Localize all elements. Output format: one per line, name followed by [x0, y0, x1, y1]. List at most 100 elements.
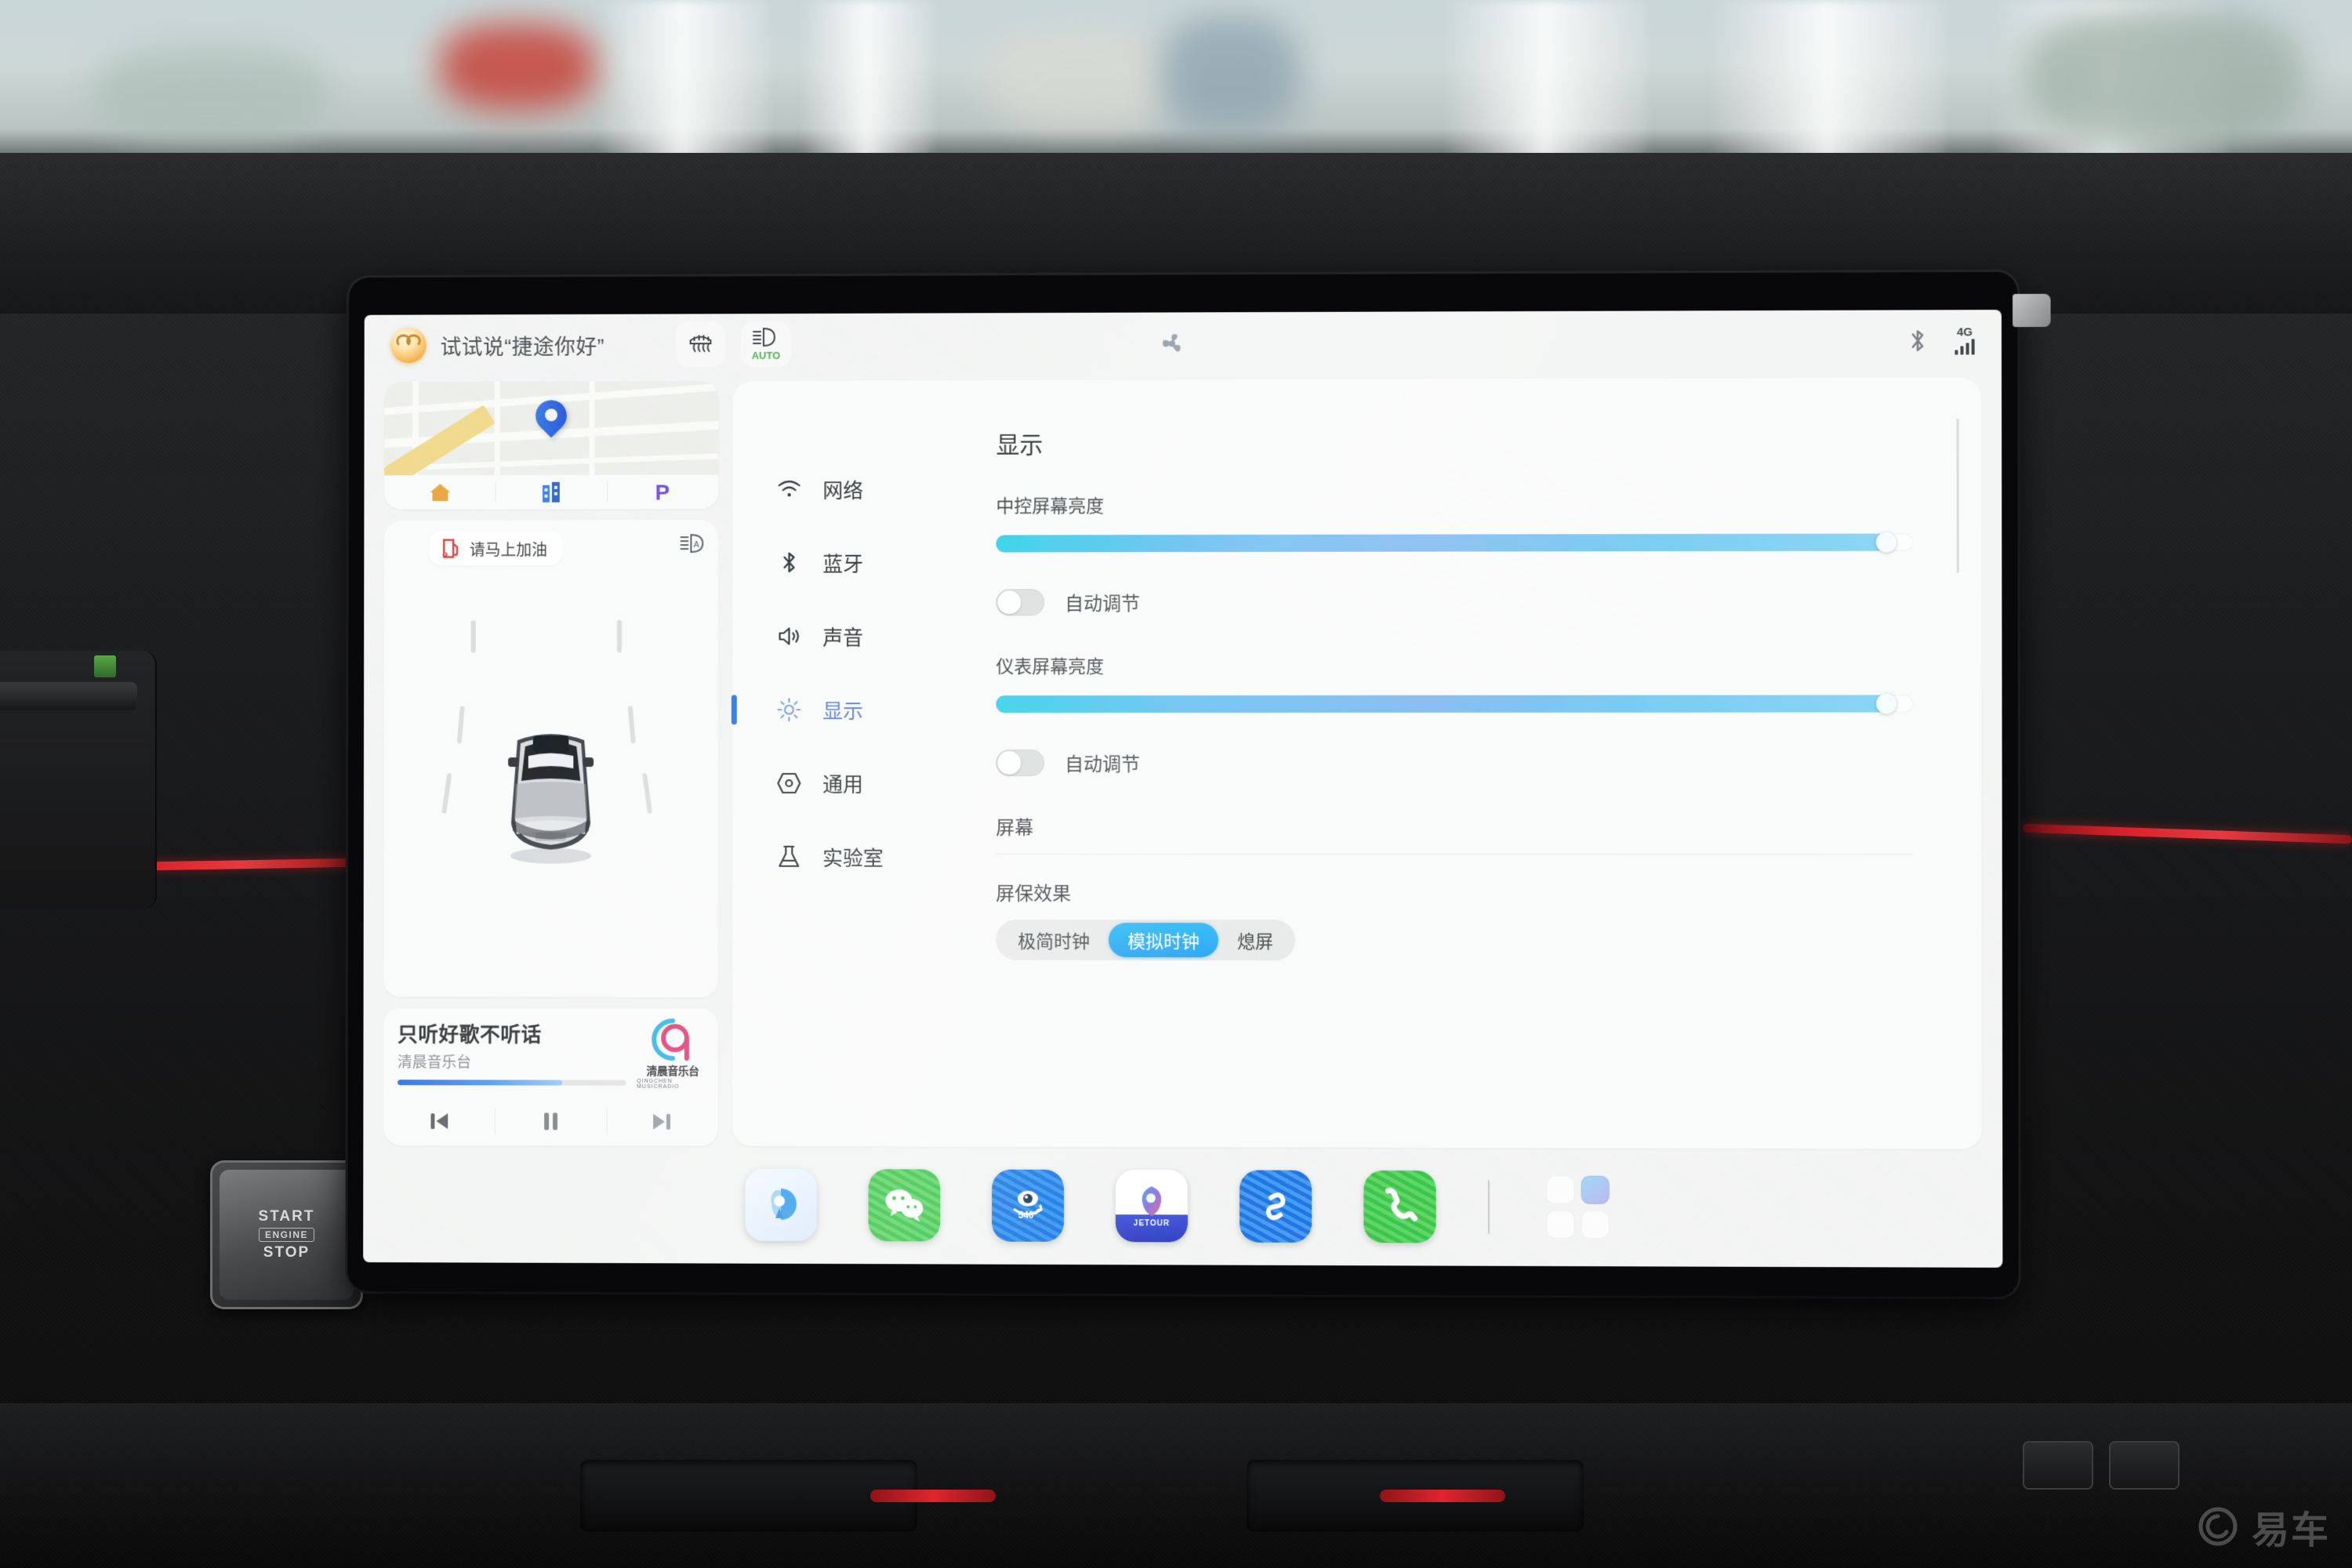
voice-wake-phrase[interactable]: 试试说“捷途你好”: [441, 329, 604, 360]
lab-flask-icon: [775, 844, 802, 870]
sidebar-item-label: 实验室: [822, 846, 884, 870]
screensaver-option-screen-off[interactable]: 熄屏: [1218, 923, 1292, 957]
home-icon: [430, 484, 450, 502]
vehicle-status-widget[interactable]: 请马上加油 A: [383, 520, 719, 998]
center-brightness-label: 中控屏幕亮度: [996, 495, 1105, 517]
map-canvas: [384, 380, 719, 476]
grid-cell-2: [1581, 1175, 1610, 1204]
brightness-icon: [776, 696, 803, 723]
engine-start-stop-button[interactable]: START ENGINE STOP: [220, 1170, 354, 1300]
dock-app-camera-540[interactable]: 540°: [992, 1169, 1065, 1242]
dock-app-link-share[interactable]: [1240, 1170, 1312, 1243]
station-logo-en: QINGCHEN MUSICRADIO: [637, 1078, 680, 1090]
previous-track-button[interactable]: [383, 1097, 495, 1145]
cluster-auto-brightness-label: 自动调节: [1065, 754, 1141, 776]
settings-content: 显示 中控屏幕亮度 自动调节 仪表屏幕亮度 自动调节 屏幕 屏保效果 极简时钟 …: [949, 378, 1982, 1149]
fan-icon: [1163, 334, 1181, 352]
status-bar: 试试说“捷途你好” AUTO 4G: [365, 310, 2002, 376]
cluster-brightness-slider[interactable]: [996, 693, 1914, 714]
screensaver-option-minimal-clock[interactable]: 极简时钟: [999, 923, 1109, 957]
center-auto-brightness-toggle[interactable]: [996, 588, 1045, 615]
auto-high-beam-icon: A: [680, 531, 706, 556]
sidebar-item-lab[interactable]: 实验室: [732, 820, 949, 894]
screensaver-segmented-control: 极简时钟 模拟时钟 熄屏: [996, 919, 1296, 961]
engine-start-stop-surround: START ENGINE STOP: [210, 1160, 363, 1309]
sidebar-item-sound[interactable]: 声音: [732, 599, 949, 673]
sidebar-item-label: 显示: [822, 699, 864, 723]
svg-text:P: P: [655, 480, 670, 504]
center-auto-brightness-label: 自动调节: [1065, 593, 1141, 615]
play-pause-button[interactable]: [495, 1097, 606, 1145]
car-top-view-icon: [508, 734, 594, 864]
map-shortcut-company[interactable]: [495, 475, 607, 510]
sidebar-item-general[interactable]: 通用: [732, 746, 949, 820]
sidebar-item-network[interactable]: 网络: [732, 452, 949, 526]
phone-icon: [1380, 1186, 1419, 1227]
settings-nav: 网络 蓝牙 声音 显示 通用 实验室: [731, 380, 949, 1146]
wechat-icon: [885, 1189, 924, 1222]
signal-bars-icon: [1955, 339, 1975, 355]
dock-app-phone[interactable]: [1363, 1170, 1436, 1243]
vent-accent-right: [1380, 1490, 1505, 1502]
dock-app-wechat[interactable]: [868, 1169, 941, 1242]
green-trim-clip: [94, 655, 116, 677]
console-button-a[interactable]: [2023, 1441, 2093, 1490]
auto-headlight-icon: AUTO: [752, 325, 781, 361]
dock-app-jetour[interactable]: JETOUR: [1115, 1170, 1188, 1243]
station-logo-cn: 清晨音乐台: [646, 1064, 699, 1077]
air-vent-left: [580, 1460, 917, 1532]
sidebar-item-label: 蓝牙: [822, 552, 864, 576]
rear-defrost-button[interactable]: [676, 321, 726, 368]
map-shortcut-bar: P: [384, 474, 718, 510]
start-label: START: [258, 1208, 315, 1225]
stop-label: STOP: [263, 1244, 310, 1261]
station-logo-icon: [647, 1016, 699, 1065]
console-button-b[interactable]: [2109, 1441, 2180, 1490]
media-controls: [383, 1097, 718, 1146]
cluster-auto-brightness-toggle[interactable]: [996, 749, 1045, 776]
camera-540-icon: 540°: [1014, 1191, 1043, 1221]
svg-text:JETOUR: JETOUR: [1134, 1219, 1170, 1228]
yiche-logo-icon: [2198, 1507, 2238, 1546]
sidebar-item-display[interactable]: 显示: [732, 673, 949, 746]
map-widget[interactable]: P: [384, 380, 719, 510]
left-widget-column: P 请马上加油 A 只听好歌不听话 清晨音乐台 清晨音乐台 QINGCHEN M…: [383, 380, 719, 1146]
dock-app-baidu-maps[interactable]: [745, 1168, 817, 1241]
app-grid-icon[interactable]: [1541, 1171, 1614, 1244]
left-trim-strip: [0, 682, 137, 710]
baidu-maps-icon: [771, 1188, 797, 1220]
infotainment-ui: 试试说“捷途你好” AUTO 4G P 请马上加油 A 只听好歌不听话 清晨音乐…: [363, 310, 2003, 1268]
svg-text:540°: 540°: [1018, 1210, 1038, 1221]
bluetooth-icon: [776, 550, 803, 576]
grid-cell-4: [1581, 1210, 1610, 1240]
fuel-pump-icon: [440, 537, 460, 561]
settings-scrollbar[interactable]: [1956, 418, 1959, 573]
vent-accent-left: [870, 1490, 996, 1502]
page-title: 显示: [996, 432, 1044, 459]
cluster-auto-brightness-row[interactable]: 自动调节: [996, 749, 1913, 776]
center-auto-brightness-row[interactable]: 自动调节: [996, 587, 1913, 615]
sidebar-item-bluetooth[interactable]: 蓝牙: [732, 526, 949, 600]
map-shortcut-parking[interactable]: P: [607, 474, 718, 509]
windshield-view: [0, 0, 2352, 161]
auto-high-beam-button[interactable]: A: [680, 531, 706, 560]
app-dock: 540° JETOUR: [363, 1145, 2002, 1268]
location-pin-icon: [529, 394, 574, 441]
next-track-button[interactable]: [606, 1098, 717, 1146]
map-shortcut-home[interactable]: [384, 475, 495, 510]
svg-text:A: A: [694, 540, 700, 550]
screensaver-option-analog-clock[interactable]: 模拟时钟: [1109, 922, 1219, 958]
infotainment-display: 试试说“捷途你好” AUTO 4G P 请马上加油 A 只听好歌不听话 清晨音乐…: [347, 271, 2051, 1298]
bluetooth-icon[interactable]: [1907, 326, 1928, 354]
center-brightness-slider[interactable]: [996, 532, 1914, 553]
playback-progress-bar[interactable]: [397, 1080, 626, 1086]
yiche-watermark: 易车: [2197, 1499, 2330, 1554]
auto-headlight-button[interactable]: AUTO: [741, 321, 792, 367]
engine-label: ENGINE: [258, 1228, 314, 1242]
fan-button[interactable]: [1159, 331, 1185, 360]
assistant-orb-icon[interactable]: [390, 327, 426, 364]
cluster-brightness-label: 仪表屏幕亮度: [996, 656, 1105, 677]
fuel-warning-chip[interactable]: 请马上加油: [429, 531, 563, 566]
media-player-widget[interactable]: 只听好歌不听话 清晨音乐台 清晨音乐台 QINGCHEN MUSICRADIO: [383, 1007, 718, 1146]
screensaver-label: 屏保效果: [996, 883, 1072, 905]
